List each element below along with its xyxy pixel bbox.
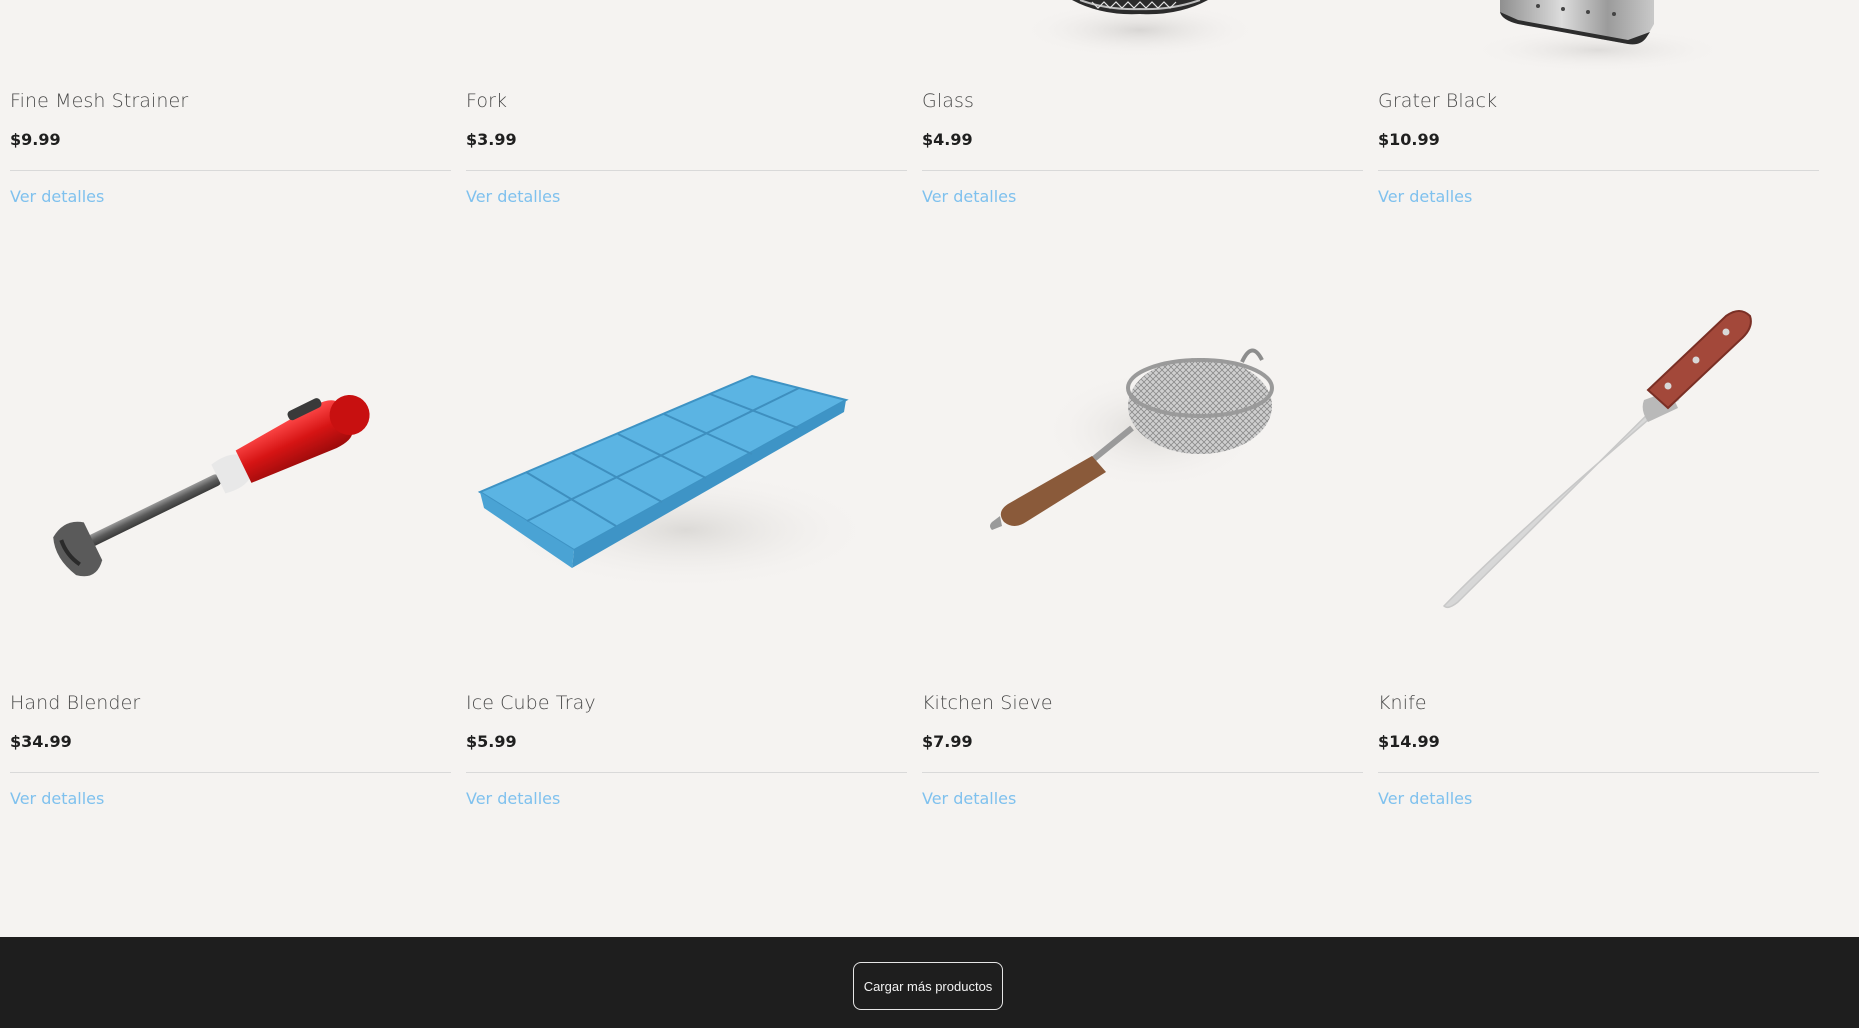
details-link[interactable]: Ver detalles [466, 789, 560, 808]
product-price: $34.99 [10, 732, 72, 751]
product-card-fine-mesh-strainer: Fine Mesh Strainer $9.99 Ver detalles [10, 0, 451, 206]
details-link[interactable]: Ver detalles [10, 187, 104, 206]
product-price: $5.99 [466, 732, 517, 751]
divider [1378, 772, 1819, 773]
divider [10, 170, 451, 171]
fine-mesh-strainer-image[interactable] [10, 0, 451, 74]
divider [922, 772, 1363, 773]
details-link[interactable]: Ver detalles [922, 187, 1016, 206]
details-link[interactable]: Ver detalles [10, 789, 104, 808]
glass-image[interactable] [922, 0, 1363, 74]
divider [922, 170, 1363, 171]
grater-black-image[interactable] [1378, 0, 1819, 74]
details-link[interactable]: Ver detalles [922, 789, 1016, 808]
product-name: Fine Mesh Strainer [10, 90, 189, 112]
footer-bar: Cargar más productos [0, 937, 1859, 1028]
product-card-glass: Glass $4.99 Ver detalles [922, 0, 1363, 206]
product-price: $4.99 [922, 130, 973, 149]
product-card-knife: Knife $14.99 Ver detalles [1378, 250, 1819, 808]
product-price: $7.99 [922, 732, 973, 751]
kitchen-sieve-image[interactable] [922, 250, 1363, 692]
product-name: Grater Black [1378, 90, 1498, 112]
product-price: $3.99 [466, 130, 517, 149]
product-name: Fork [466, 90, 508, 112]
hand-blender-image[interactable] [10, 250, 451, 692]
details-link[interactable]: Ver detalles [466, 187, 560, 206]
product-name: Hand Blender [10, 692, 141, 714]
divider [10, 772, 451, 773]
product-price: $10.99 [1378, 130, 1440, 149]
knife-image[interactable] [1378, 250, 1819, 692]
product-card-ice-cube-tray: Ice Cube Tray $5.99 Ver detalles [466, 250, 907, 808]
product-name: Glass [922, 90, 974, 112]
product-card-fork: Fork $3.99 Ver detalles [466, 0, 907, 206]
product-name: Kitchen Sieve [922, 692, 1053, 714]
product-price: $9.99 [10, 130, 61, 149]
product-name: Ice Cube Tray [466, 692, 596, 714]
details-link[interactable]: Ver detalles [1378, 187, 1472, 206]
product-card-grater-black: Grater Black $10.99 Ver detalles [1378, 0, 1819, 206]
divider [466, 170, 907, 171]
product-grid: Fine Mesh Strainer $9.99 Ver detalles Fo… [10, 0, 1819, 808]
ice-cube-tray-image[interactable] [466, 250, 907, 692]
product-card-hand-blender: Hand Blender $34.99 Ver detalles [10, 250, 451, 808]
details-link[interactable]: Ver detalles [1378, 789, 1472, 808]
product-price: $14.99 [1378, 732, 1440, 751]
fork-image[interactable] [466, 0, 907, 74]
divider [1378, 170, 1819, 171]
product-card-kitchen-sieve: Kitchen Sieve $7.99 Ver detalles [922, 250, 1363, 808]
divider [466, 772, 907, 773]
product-name: Knife [1378, 692, 1427, 714]
load-more-button[interactable]: Cargar más productos [853, 962, 1003, 1010]
